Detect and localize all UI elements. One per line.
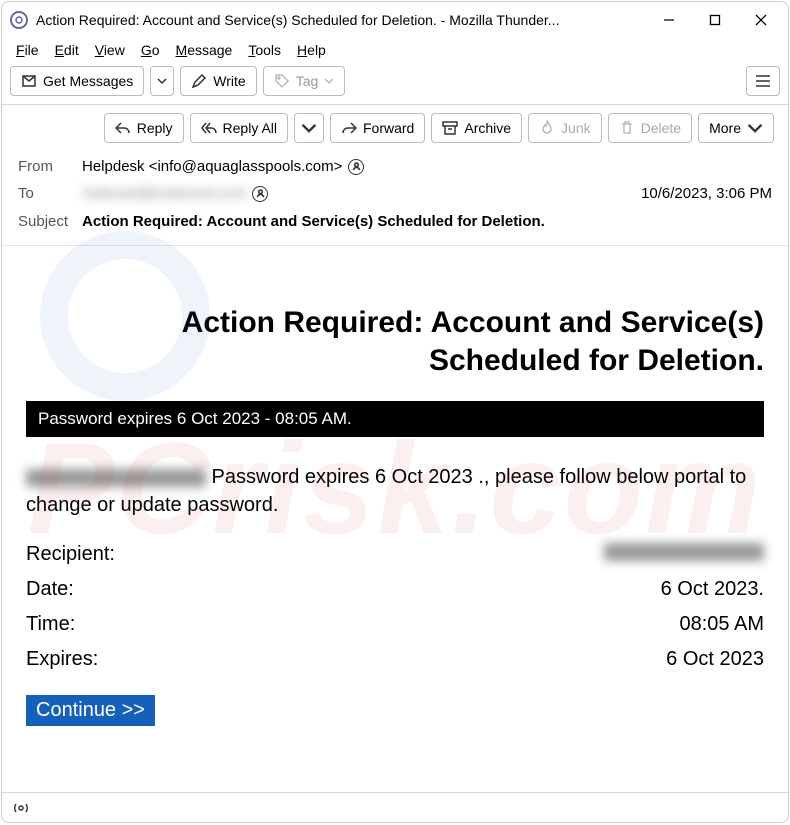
forward-label: Forward [363,120,414,136]
expires-row: Expires: 6 Oct 2023 [26,642,764,677]
reply-icon [115,120,131,136]
message-datetime: 10/6/2023, 3:06 PM [641,185,772,202]
hamburger-menu-button[interactable] [746,66,780,96]
message-headers: From Helpdesk <info@aquaglasspools.com> … [2,149,788,246]
statusbar [2,792,788,822]
delete-button[interactable]: Delete [608,113,692,143]
forward-button[interactable]: Forward [330,113,425,143]
to-row: To redacted@redacted.com 10/6/2023, 3:06… [18,180,772,207]
chevron-down-icon [747,120,763,136]
activity-icon [12,801,30,815]
menu-file[interactable]: File [10,40,45,60]
hamburger-icon [755,74,771,88]
recipient-label: Recipient: [26,543,115,566]
archive-icon [442,120,458,136]
minimize-button[interactable] [646,5,692,35]
from-row: From Helpdesk <info@aquaglasspools.com> [18,153,772,180]
time-value: 08:05 AM [679,613,764,636]
delete-label: Delete [641,120,681,136]
date-row: Date: 6 Oct 2023. [26,572,764,607]
get-messages-label: Get Messages [43,73,133,89]
menu-tools[interactable]: Tools [242,40,287,60]
trash-icon [619,120,635,136]
get-messages-dropdown[interactable] [150,66,174,96]
maximize-button[interactable] [692,5,738,35]
flame-icon [539,120,555,136]
tag-button[interactable]: Tag [263,66,346,96]
from-label: From [18,158,82,175]
chevron-down-icon [157,76,167,86]
redacted-email [26,469,206,487]
menu-view[interactable]: View [89,40,131,60]
email-title: Action Required: Account and Service(s) … [26,304,764,379]
subject-label: Subject [18,213,82,230]
password-expires-banner: Password expires 6 Oct 2023 - 08:05 AM. [26,401,764,437]
date-label: Date: [26,578,74,601]
from-value[interactable]: Helpdesk <info@aquaglasspools.com> [82,158,342,175]
subject-value: Action Required: Account and Service(s) … [82,213,545,230]
reply-all-dropdown[interactable] [294,113,324,143]
to-value[interactable]: redacted@redacted.com [82,185,246,202]
menu-go[interactable]: Go [135,40,166,60]
date-value: 6 Oct 2023. [661,578,764,601]
contact-icon[interactable] [348,159,364,175]
pencil-icon [191,73,207,89]
main-toolbar: Get Messages Write Tag [2,62,788,105]
menu-edit[interactable]: Edit [49,40,85,60]
reply-label: Reply [137,120,173,136]
write-label: Write [213,73,245,89]
reply-button[interactable]: Reply [104,113,184,143]
message-actionbar: Reply Reply All Forward Archive Junk Del… [2,105,788,149]
recipient-row: Recipient: [26,537,764,572]
thunderbird-icon [10,11,28,29]
menu-message[interactable]: Message [170,40,239,60]
write-button[interactable]: Write [180,66,256,96]
time-label: Time: [26,613,75,636]
junk-button[interactable]: Junk [528,113,602,143]
more-button[interactable]: More [698,113,774,143]
contact-icon[interactable] [252,186,268,202]
forward-icon [341,120,357,136]
menu-help[interactable]: Help [291,40,332,60]
archive-button[interactable]: Archive [431,113,522,143]
recipient-value [604,543,764,561]
body-paragraph: Password expires 6 Oct 2023 ., please fo… [26,463,764,519]
download-icon [21,73,37,89]
reply-all-label: Reply All [223,120,277,136]
time-row: Time: 08:05 AM [26,607,764,642]
get-messages-button[interactable]: Get Messages [10,66,144,96]
reply-all-icon [201,120,217,136]
chevron-down-icon [301,120,317,136]
chevron-down-icon [324,76,334,86]
junk-label: Junk [561,120,591,136]
more-label: More [709,120,741,136]
tag-icon [274,73,290,89]
close-button[interactable] [738,5,784,35]
reply-all-button[interactable]: Reply All [190,113,288,143]
subject-row: Subject Action Required: Account and Ser… [18,207,772,235]
window-title: Action Required: Account and Service(s) … [36,12,559,28]
menubar: File Edit View Go Message Tools Help [2,38,788,62]
expires-label: Expires: [26,648,98,671]
expires-value: 6 Oct 2023 [666,648,764,671]
archive-label: Archive [464,120,511,136]
titlebar: Action Required: Account and Service(s) … [2,2,788,38]
continue-link[interactable]: Continue >> [26,695,155,726]
to-label: To [18,185,82,202]
tag-label: Tag [296,73,319,89]
message-body: Action Required: Account and Service(s) … [2,246,788,792]
